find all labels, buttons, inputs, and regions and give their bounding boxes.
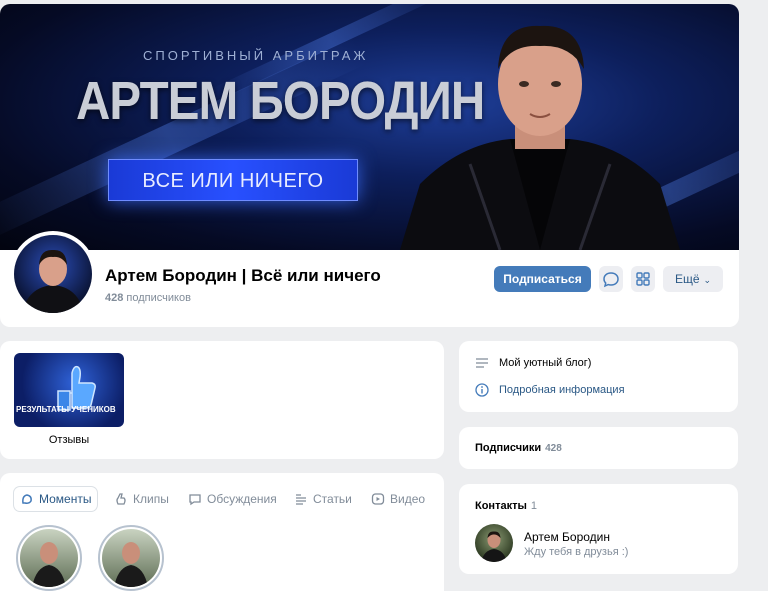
chevron-down-icon: ⌄: [703, 275, 712, 285]
album-thumb-text: РЕЗУЛЬТАТЫ УЧЕНИКОВ: [16, 405, 116, 414]
moment-person-icon: [32, 542, 66, 587]
albums-block: РЕЗУЛЬТАТЫ УЧЕНИКОВ Отзывы: [0, 341, 444, 459]
tab-label: Моменты: [39, 492, 92, 506]
text-lines-icon: [476, 358, 488, 368]
subscribers-title-label: Подписчики: [475, 442, 542, 454]
tab-label: Клипы: [133, 492, 169, 506]
contacts-block: Контакты 1 Артем Бородин Жду тебя в друзь…: [459, 484, 738, 574]
avatar-person-icon: [22, 249, 84, 313]
status-row: Мой уютный блог): [475, 357, 591, 369]
more-label: Ещё: [674, 272, 700, 286]
moment-item[interactable]: [16, 525, 82, 591]
moment-person-icon: [114, 542, 148, 587]
community-avatar[interactable]: [10, 231, 96, 317]
subscribers-block-count: 428: [545, 443, 562, 454]
tab-discussions[interactable]: Обсуждения: [188, 487, 277, 511]
contact-name[interactable]: Артем Бородин: [524, 530, 610, 544]
contact-description: Жду тебя в друзья :): [524, 546, 629, 558]
message-icon: [603, 272, 619, 288]
subscribers-title: Подписчики 428: [475, 442, 562, 454]
moment-item[interactable]: [98, 525, 164, 591]
message-button[interactable]: [599, 266, 623, 292]
cover-image: СПОРТИВНЫЙ АРБИТРАЖ АРТЕМ БОРОДИН ВСЕ ИЛ…: [0, 4, 739, 250]
discussions-icon: [189, 494, 201, 506]
apps-button[interactable]: [631, 266, 655, 292]
cover-subtitle: СПОРТИВНЫЙ АРБИТРАЖ: [143, 48, 369, 63]
more-button[interactable]: Ещё ⌄: [663, 266, 723, 292]
status-text: Мой уютный блог): [499, 357, 592, 369]
subscribe-button[interactable]: Подписаться: [494, 266, 591, 292]
tab-label: Видео: [390, 492, 426, 506]
subscribers-summary[interactable]: 428 подписчиков: [105, 292, 191, 304]
thumbs-up-icon: [57, 365, 96, 411]
subscribers-label: подписчиков: [126, 292, 191, 304]
tab-label: Обсуждения: [207, 492, 277, 506]
community-name: Артем Бородин | Всё или ничего: [105, 266, 381, 285]
tab-label: Статьи: [313, 492, 352, 506]
tab-moments[interactable]: Моменты: [14, 487, 98, 511]
community-header: СПОРТИВНЫЙ АРБИТРАЖ АРТЕМ БОРОДИН ВСЕ ИЛ…: [0, 4, 739, 327]
cover-banner-text: ВСЕ ИЛИ НИЧЕГО: [142, 170, 324, 192]
details-link-label: Подробная информация: [499, 384, 625, 396]
subscribers-block[interactable]: Подписчики 428: [459, 427, 738, 469]
info-block: Мой уютный блог) Подробная информация: [459, 341, 738, 412]
tab-clips[interactable]: Клипы: [114, 487, 169, 511]
content-tabs-block: Моменты Клипы Обсуждения Статьи Видео: [0, 473, 444, 591]
grid-icon: [636, 272, 650, 286]
details-link[interactable]: Подробная информация: [475, 383, 625, 397]
contact-avatar[interactable]: [475, 524, 513, 562]
video-icon: [371, 493, 385, 505]
moments-icon: [22, 494, 32, 504]
subscribers-count: 428: [105, 292, 124, 304]
contacts-title[interactable]: Контакты 1: [475, 500, 537, 512]
info-icon: [475, 383, 489, 397]
clips-icon: [116, 493, 126, 505]
cover-banner: ВСЕ ИЛИ НИЧЕГО: [108, 159, 358, 201]
contacts-title-label: Контакты: [475, 500, 527, 512]
tab-video[interactable]: Видео: [371, 487, 425, 511]
cover-person-illustration: [400, 25, 680, 250]
contact-person-icon: [481, 531, 507, 562]
tab-articles[interactable]: Статьи: [294, 487, 352, 511]
articles-icon: [296, 494, 306, 505]
album-thumbnail[interactable]: РЕЗУЛЬТАТЫ УЧЕНИКОВ: [14, 353, 124, 427]
contacts-count: 1: [530, 500, 537, 512]
album-label[interactable]: Отзывы: [14, 434, 124, 446]
